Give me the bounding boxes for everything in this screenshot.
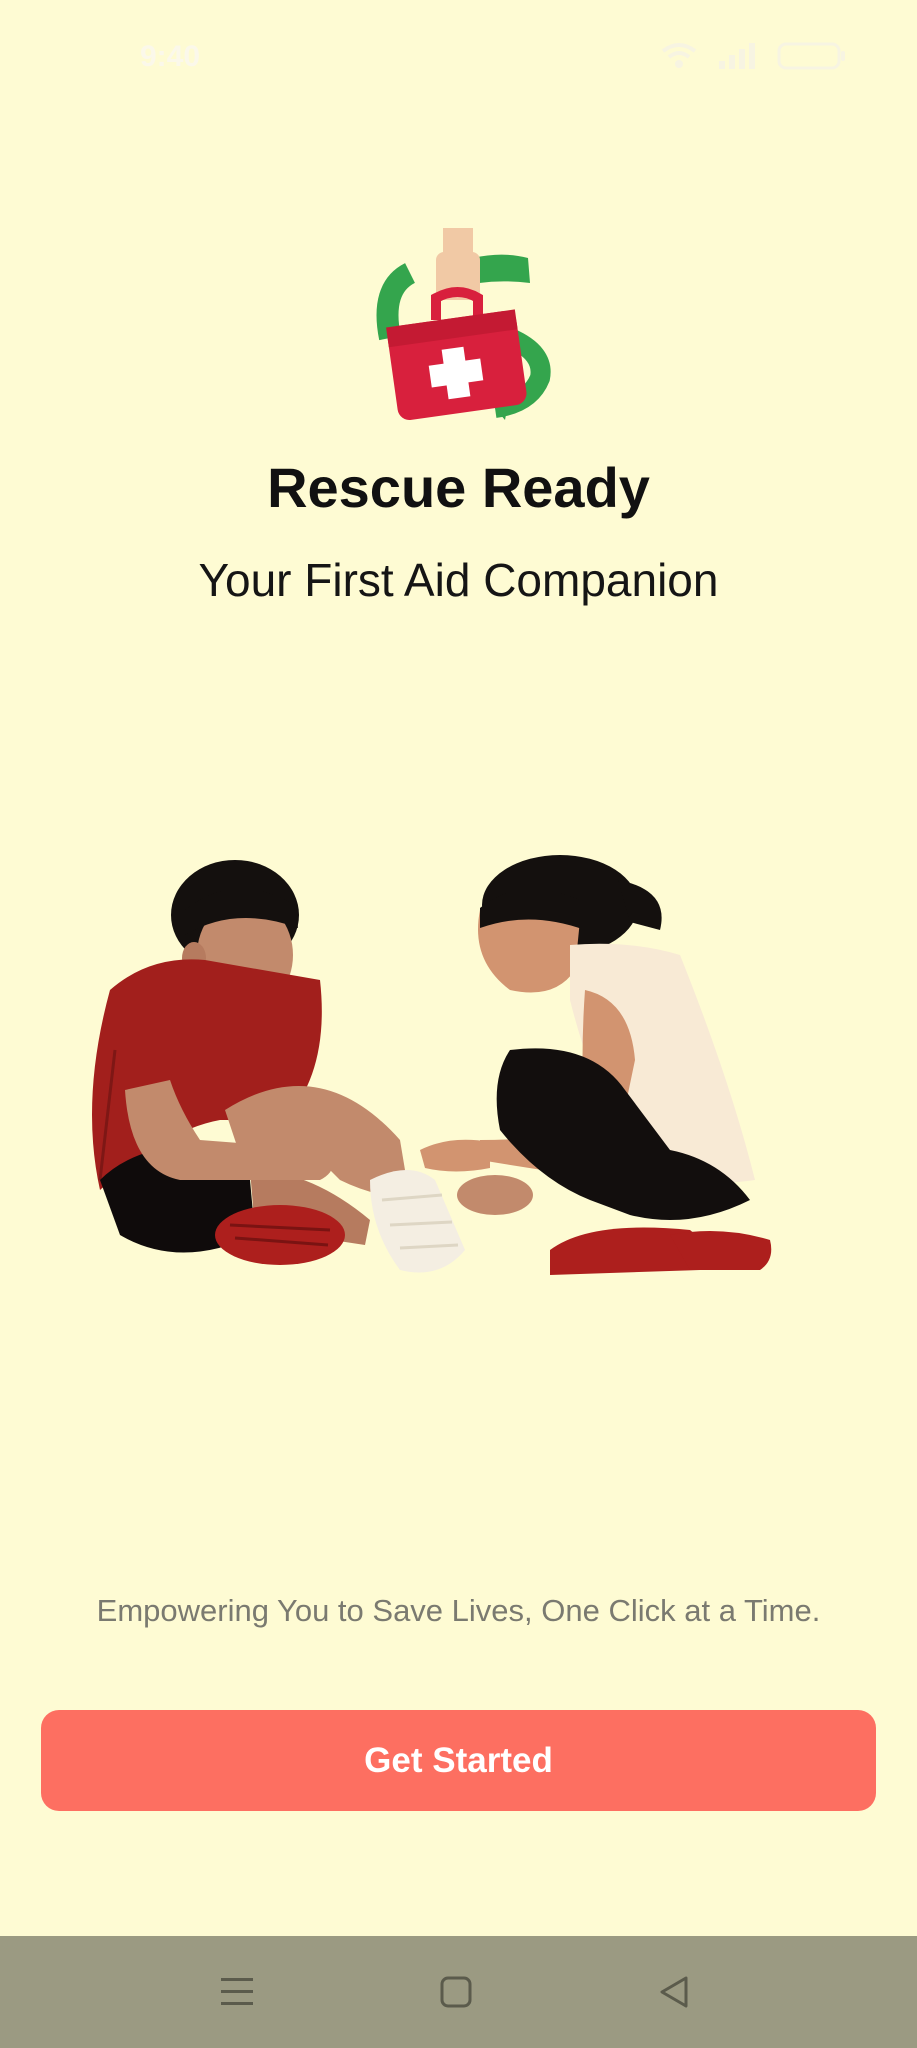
navigation-bar <box>0 1936 917 2048</box>
status-icons <box>659 40 847 72</box>
wifi-icon <box>659 41 699 71</box>
menu-icon[interactable] <box>209 1964 265 2020</box>
signal-icon <box>717 41 759 71</box>
first-aid-illustration <box>70 850 850 1340</box>
app-subtitle: Your First Aid Companion <box>198 554 719 606</box>
app-logo <box>360 226 560 428</box>
status-bar: 9:40 <box>0 0 917 120</box>
app-title: Rescue Ready <box>267 456 650 519</box>
battery-icon <box>777 40 847 72</box>
tagline: Empowering You to Save Lives, One Click … <box>96 1593 821 1628</box>
status-time: 9:40 <box>140 40 201 73</box>
get-started-button[interactable]: Get Started <box>41 1710 876 1811</box>
back-icon[interactable] <box>646 1964 702 2020</box>
home-icon[interactable] <box>428 1964 484 2020</box>
